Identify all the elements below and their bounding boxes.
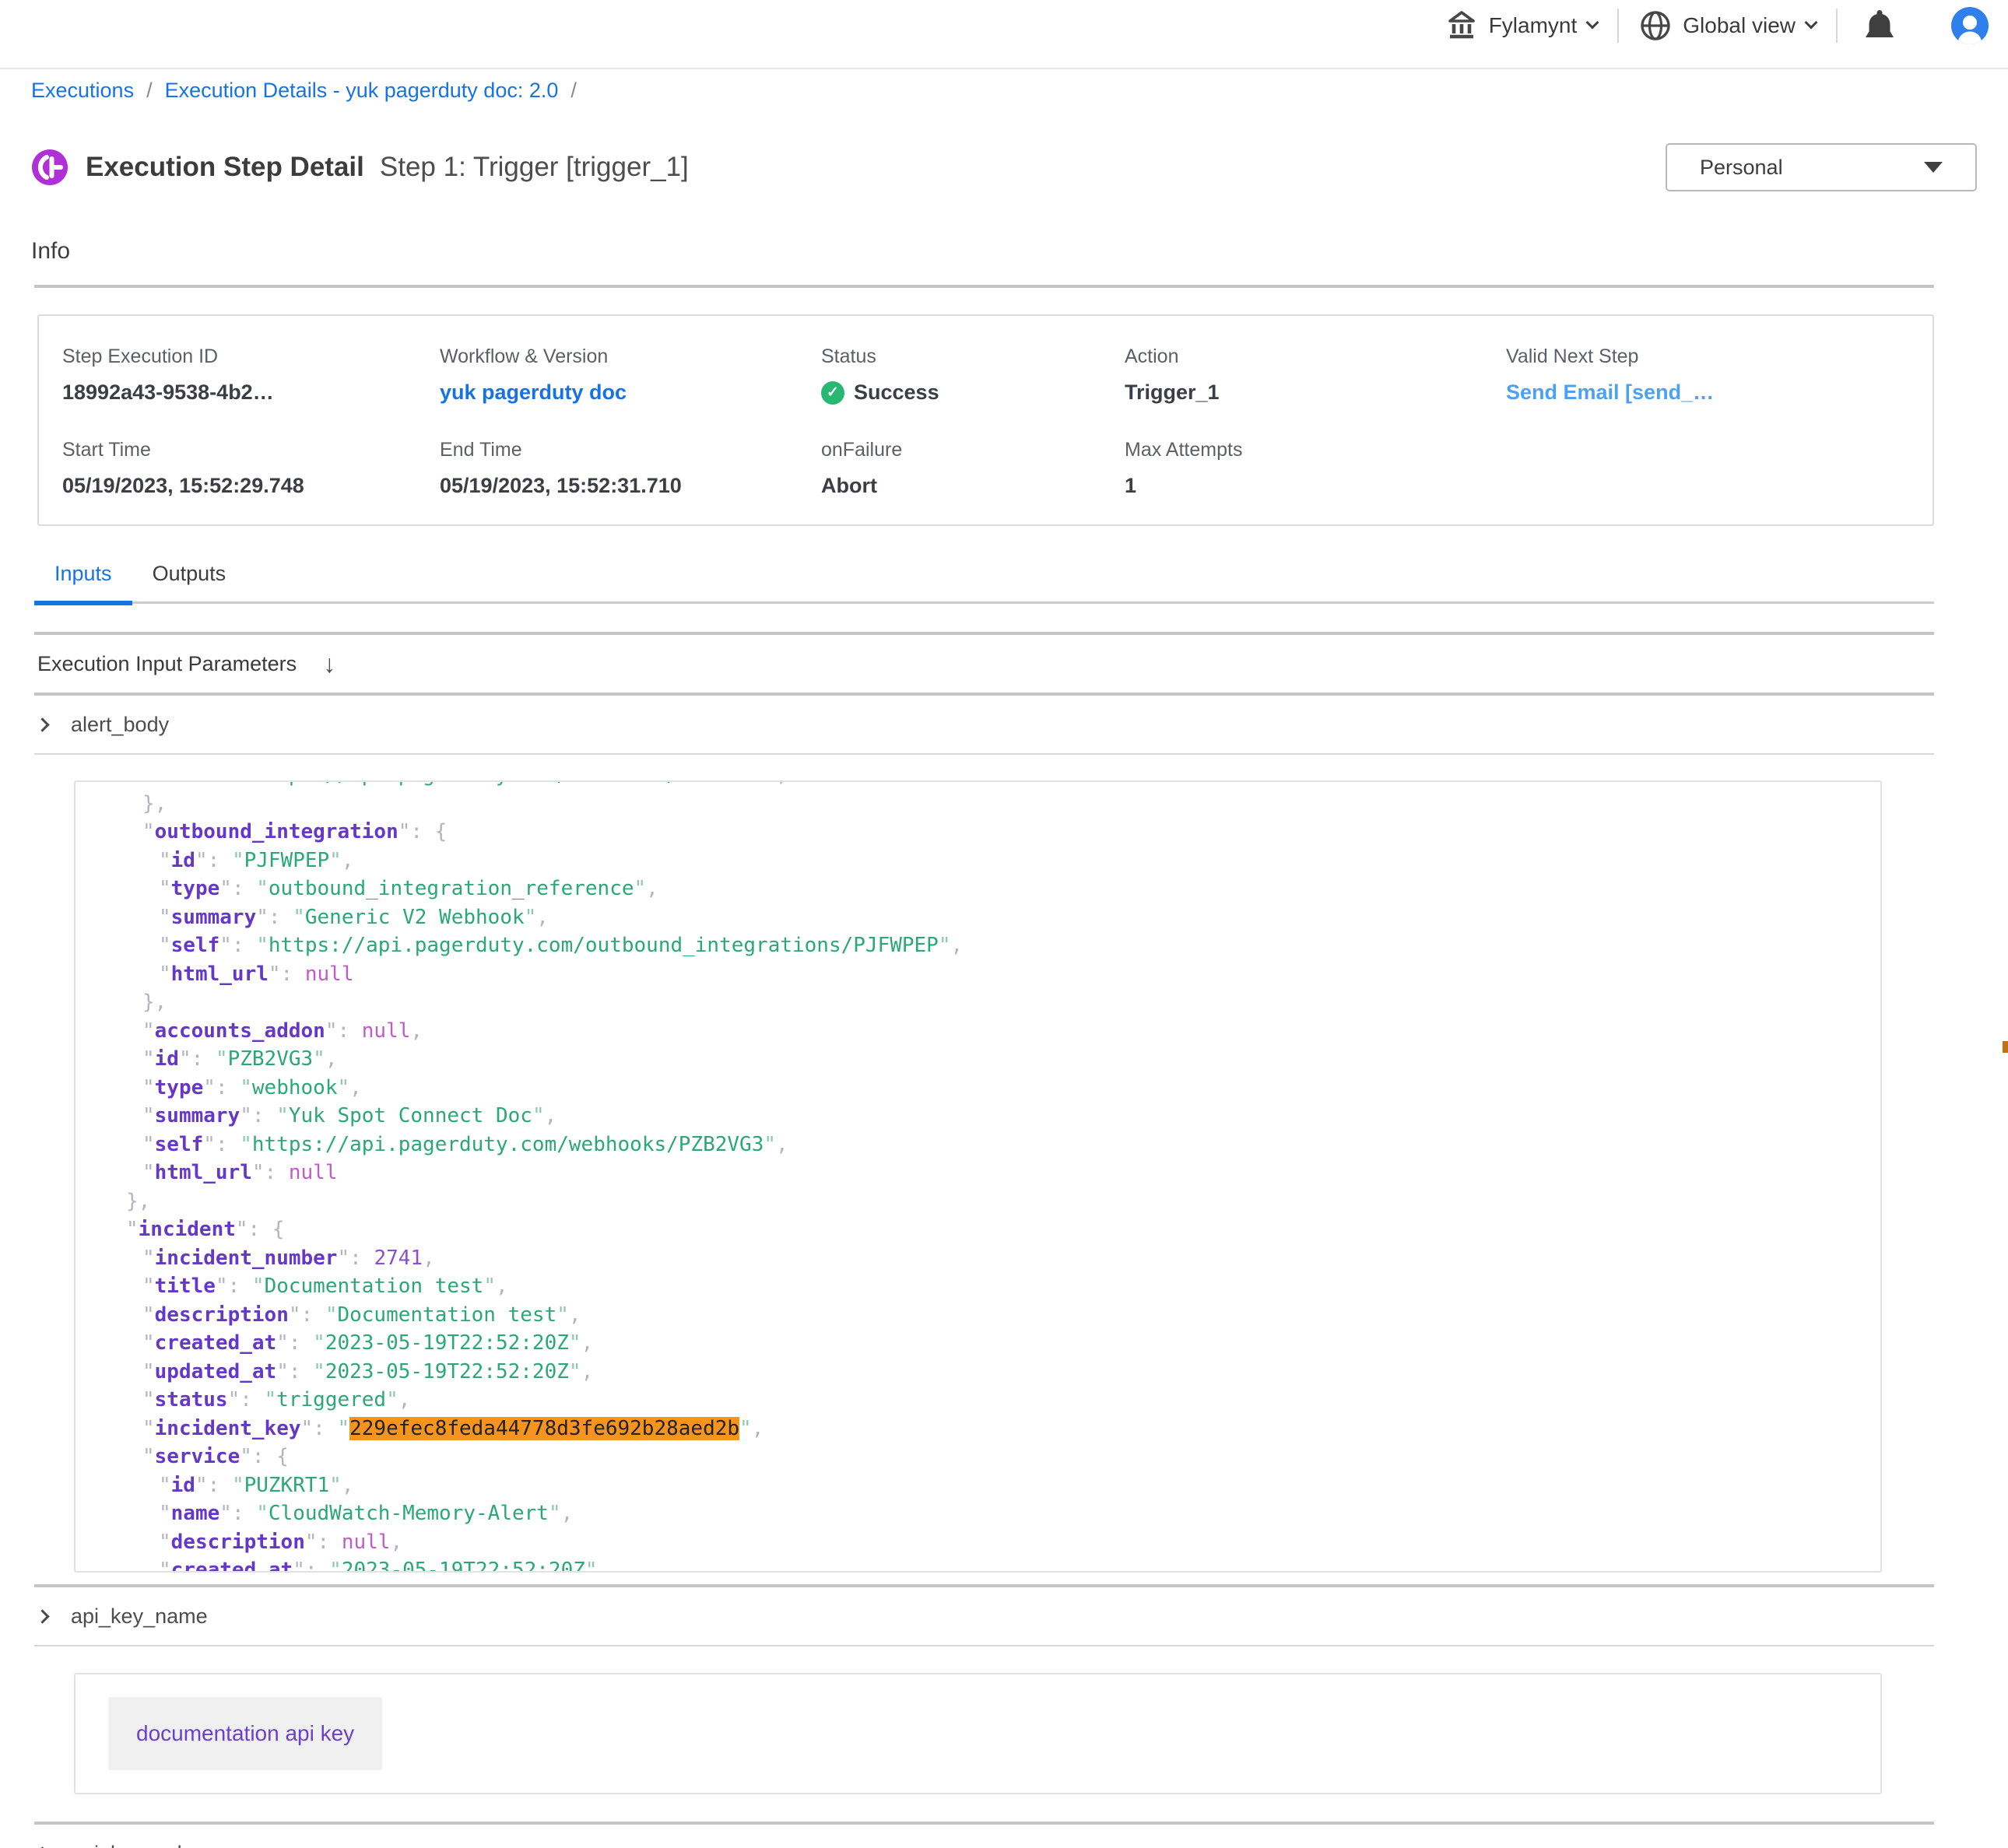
field-label: Action — [1125, 345, 1506, 368]
user-avatar[interactable] — [1951, 7, 1989, 44]
param-row-api-key-name[interactable]: api_key_name — [0, 1587, 2008, 1645]
field-start-time: Start Time 05/19/2023, 15:52:29.748 — [62, 439, 440, 498]
info-card: Step Execution ID 18992a43-9538-4b2… Wor… — [37, 314, 1934, 526]
field-label: Valid Next Step — [1506, 345, 1933, 368]
breadcrumb-link-execution-details[interactable]: Execution Details - yuk pagerduty doc: 2… — [165, 79, 559, 103]
workflow-link[interactable]: yuk pagerduty doc — [440, 380, 821, 405]
alert-body-json-viewer[interactable]: "self": "https://api.pagerduty.com/servi… — [74, 780, 1882, 1573]
page-title: Execution Step Detail — [86, 152, 364, 183]
field-label: Step Execution ID — [62, 345, 440, 368]
field-end-time: End Time 05/19/2023, 15:52:31.710 — [440, 439, 821, 498]
status-badge: Success — [854, 380, 939, 405]
param-row-api-key-value[interactable]: api_key_value — [0, 1825, 2008, 1848]
api-key-name-value-box: documentation api key — [74, 1673, 1882, 1794]
param-name: api_key_name — [71, 1604, 208, 1629]
field-label: Start Time — [62, 439, 440, 461]
chevron-right-icon[interactable] — [35, 1609, 49, 1623]
field-valid-next-step: Valid Next Step Send Email [send_… — [1506, 345, 1933, 405]
globe-icon — [1639, 9, 1672, 42]
execution-step-icon — [31, 149, 68, 186]
param-name: alert_body — [71, 713, 169, 737]
section-divider — [34, 285, 1934, 288]
top-header-bar: Fylamynt Global view — [0, 0, 2008, 69]
scope-select-value: Personal — [1700, 156, 1924, 180]
success-check-icon: ✓ — [821, 381, 844, 405]
field-label: End Time — [440, 439, 821, 461]
field-max-attempts: Max Attempts 1 — [1125, 439, 1506, 498]
param-row-alert-body[interactable]: alert_body — [0, 696, 2008, 753]
breadcrumb-separator: / — [146, 79, 153, 103]
scope-select[interactable]: Personal — [1666, 143, 1977, 191]
field-label: Status — [821, 345, 1125, 368]
row-divider — [34, 753, 1934, 755]
org-switcher[interactable]: Fylamynt — [1445, 9, 1598, 42]
chevron-down-icon — [1586, 16, 1599, 30]
field-value: 18992a43-9538-4b2… — [62, 380, 440, 405]
view-switcher[interactable]: Global view — [1639, 9, 1816, 42]
field-value: 05/19/2023, 15:52:29.748 — [62, 474, 440, 498]
breadcrumb-separator: / — [570, 79, 577, 103]
field-label: Max Attempts — [1125, 439, 1506, 461]
download-arrow-icon[interactable]: ↓ — [323, 650, 335, 679]
next-step-link[interactable]: Send Email [send_… — [1506, 380, 1933, 405]
select-caret-icon — [1924, 162, 1943, 173]
field-label: onFailure — [821, 439, 1125, 461]
io-tabs: Inputs Outputs — [34, 562, 1934, 604]
breadcrumb: Executions / Execution Details - yuk pag… — [31, 79, 2008, 103]
info-heading: Info — [31, 238, 1977, 265]
chevron-right-icon[interactable] — [35, 717, 49, 731]
view-name: Global view — [1683, 13, 1796, 38]
api-key-name-chip[interactable]: documentation api key — [108, 1697, 382, 1770]
field-action: Action Trigger_1 — [1125, 345, 1506, 405]
scrollbar-search-marker — [2003, 1041, 2008, 1053]
json-code-lines: "self": "https://api.pagerduty.com/servi… — [75, 780, 1880, 1573]
tab-inputs[interactable]: Inputs — [34, 562, 132, 601]
field-status: Status ✓ Success — [821, 345, 1125, 405]
header-divider — [1617, 9, 1619, 43]
tab-outputs[interactable]: Outputs — [132, 562, 247, 601]
param-name: api_key_value — [71, 1842, 205, 1848]
page-subtitle: Step 1: Trigger [trigger_1] — [380, 152, 689, 183]
field-value: Trigger_1 — [1125, 380, 1506, 405]
chevron-down-icon — [1805, 16, 1818, 30]
organization-icon — [1445, 9, 1478, 42]
field-value: 05/19/2023, 15:52:31.710 — [440, 474, 821, 498]
org-name: Fylamynt — [1489, 13, 1578, 38]
execution-input-parameters-label: Execution Input Parameters — [37, 652, 297, 676]
field-value: 1 — [1125, 474, 1506, 498]
field-step-execution-id: Step Execution ID 18992a43-9538-4b2… — [62, 345, 440, 405]
field-onfailure: onFailure Abort — [821, 439, 1125, 498]
page-title-row: Execution Step Detail Step 1: Trigger [t… — [31, 143, 1977, 191]
field-value: Abort — [821, 474, 1125, 498]
row-divider — [34, 1645, 1934, 1646]
header-divider — [1836, 9, 1838, 43]
field-empty — [1506, 439, 1933, 498]
execution-input-parameters-header[interactable]: Execution Input Parameters ↓ — [0, 635, 2008, 693]
breadcrumb-link-executions[interactable]: Executions — [31, 79, 134, 103]
notifications-bell-icon[interactable] — [1864, 9, 1895, 43]
field-workflow-version: Workflow & Version yuk pagerduty doc — [440, 345, 821, 405]
field-label: Workflow & Version — [440, 345, 821, 368]
